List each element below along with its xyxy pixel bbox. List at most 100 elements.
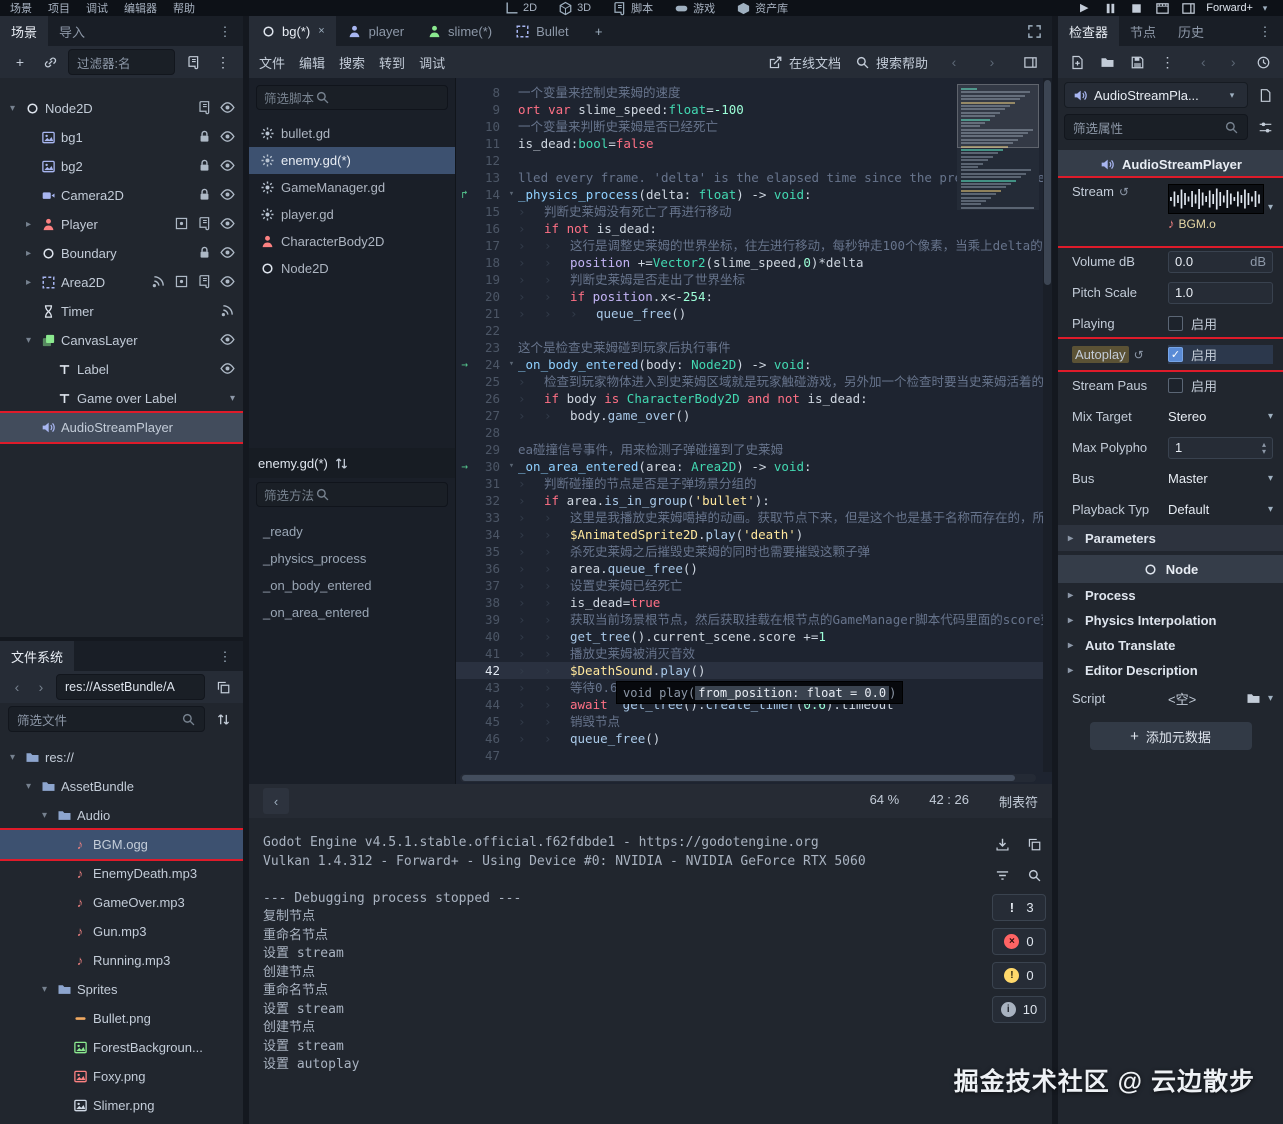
script-list-item[interactable]: player.gd (249, 201, 455, 228)
fold-icon[interactable]: ▾ (505, 458, 518, 475)
code-line[interactable]: 22 (456, 322, 1052, 339)
nav-l-button[interactable]: ‹ (8, 675, 26, 699)
eye-badge[interactable] (219, 360, 235, 379)
method-filter-box[interactable]: 筛选方法 (256, 482, 448, 507)
scene-tree-item[interactable]: ▾ Node2D (0, 94, 243, 123)
code-line[interactable]: 39 › › 获取当前场景根节点，然后获取挂载在根节点的GameManager脚本代码… (456, 611, 1052, 628)
dots-v-button[interactable]: ⋮ (1156, 50, 1180, 74)
scene-filter-input[interactable]: 过滤器:名 (68, 49, 175, 75)
script-list-item[interactable]: bullet.gd (249, 120, 455, 147)
clock-button[interactable] (1251, 50, 1275, 74)
code-line[interactable]: 26 › if body is CharacterBody2D and not is… (456, 390, 1052, 407)
expander-icon[interactable]: ▸ (22, 248, 35, 259)
close-icon[interactable]: × (318, 25, 324, 37)
chevron-down-icon[interactable]: ▾ (1268, 473, 1273, 484)
eye-badge[interactable] (219, 273, 235, 292)
expander-icon[interactable]: ▸ (22, 219, 35, 230)
code-line[interactable]: 25 › 检查到玩家物体进入到史莱姆区域就是玩家触碰游戏，另外加一个检查时要当史莱姆… (456, 373, 1052, 390)
code-minimap[interactable] (957, 84, 1039, 210)
lock-badge[interactable] (196, 128, 212, 147)
revert-icon[interactable]: ↺ (1119, 185, 1129, 199)
current-script-row[interactable]: enemy.gd(*) (249, 448, 455, 478)
section-Process[interactable]: ▸ Process (1058, 583, 1283, 608)
navigate-back-button[interactable]: ‹ (263, 788, 289, 814)
script-list-item[interactable]: enemy.gd(*) (249, 147, 455, 174)
fs-tree-item[interactable]: ♪ BGM.ogg (0, 828, 243, 861)
property-filter-input[interactable]: 筛选属性 (1064, 114, 1248, 140)
eye-badge[interactable] (219, 157, 235, 176)
filter-lines-button[interactable] (990, 863, 1014, 887)
method-list-item[interactable]: _on_area_entered (249, 599, 455, 626)
checkbox[interactable] (1168, 378, 1183, 393)
code-line[interactable]: 46 › › queue_free() (456, 730, 1052, 747)
checkbox[interactable]: ✓ (1168, 347, 1183, 362)
expander-icon[interactable]: ▾ (38, 984, 51, 995)
fs-tree-item[interactable]: ForestBackgroun... (0, 1033, 243, 1062)
revert-icon[interactable]: ↺ (1134, 348, 1144, 362)
property-value[interactable]: <空> ▾ (1168, 689, 1273, 708)
scriptmenu-调试[interactable]: 调试 (419, 53, 445, 72)
property-value[interactable]: ✓ 启用 (1168, 345, 1273, 364)
menu-帮助[interactable]: 帮助 (173, 0, 195, 16)
eye-badge[interactable] (219, 128, 235, 147)
expander-icon[interactable]: ▾ (22, 781, 35, 792)
zoom-level[interactable]: 64 % (870, 792, 900, 811)
section-Editor Description[interactable]: ▸ Editor Description (1058, 658, 1283, 683)
fs-tree-item[interactable]: ▾ Audio (0, 801, 243, 830)
expander-icon[interactable]: ▾ (22, 335, 35, 346)
fs-tree-item[interactable]: ♪ Gun.mp3 (0, 917, 243, 946)
code-line[interactable]: 31 › 判断碰撞的节点是否是子弹场景分组的 (456, 475, 1052, 492)
copy-button[interactable] (1022, 832, 1046, 856)
group-badge[interactable] (173, 215, 189, 234)
dots-v-button[interactable]: ⋮ (1253, 19, 1277, 43)
code-line[interactable]: 37 › › 设置史莱姆已经死亡 (456, 577, 1052, 594)
script-list-item[interactable]: GameManager.gd (249, 174, 455, 201)
property-value[interactable]: Master ▾ (1168, 471, 1273, 486)
tab-slime(*)[interactable]: slime(*) (415, 16, 503, 46)
tab-bg(*)[interactable]: bg(*) × (249, 16, 336, 46)
dots-v-button[interactable]: ⋮ (213, 19, 237, 43)
tab-filesystem[interactable]: 文件系统 (0, 641, 75, 671)
property-value[interactable]: Stereo ▾ (1168, 409, 1273, 424)
lock-badge[interactable] (196, 186, 212, 205)
fold-icon[interactable]: ▾ (505, 186, 518, 203)
group-badge[interactable] (173, 273, 189, 292)
scriptmenu-文件[interactable]: 文件 (259, 53, 285, 72)
plus-button[interactable]: + (8, 50, 32, 74)
fullscreen-button[interactable] (1022, 19, 1046, 43)
scene-tree-item[interactable]: Camera2D (0, 181, 243, 210)
hscroll-thumb[interactable] (462, 775, 1015, 781)
resource-preview[interactable]: ♪ BGM.o (1168, 184, 1264, 231)
checkbox[interactable] (1168, 316, 1183, 331)
dots-v-button[interactable]: ⋮ (211, 50, 235, 74)
nav-r-button[interactable]: › (1221, 50, 1245, 74)
number-field[interactable]: 0.0 dB (1168, 250, 1273, 273)
property-value[interactable]: ♪ BGM.o ▾ (1168, 184, 1273, 231)
code-hscrollbar[interactable] (460, 774, 1036, 782)
stepper-arrows[interactable]: ▴ ▾ (1262, 440, 1266, 455)
mode-2D[interactable]: 2D (503, 0, 537, 16)
stepper-field[interactable]: 1 ▴ ▾ (1168, 436, 1273, 459)
method-list-item[interactable]: _physics_process (249, 545, 455, 572)
renderer-select[interactable]: Forward+ ▾ (1206, 0, 1273, 16)
fs-tree-item[interactable]: Foxy.png (0, 1062, 243, 1091)
vscroll-thumb[interactable] (1044, 80, 1051, 285)
add-metadata-button[interactable]: + 添加元数据 (1089, 722, 1252, 750)
code-line[interactable]: 28 (456, 424, 1052, 441)
fs-tree-item[interactable]: Slimer.png (0, 1091, 243, 1120)
code-vscrollbar[interactable] (1043, 78, 1052, 772)
code-line[interactable]: 17 › › 这行是调整史莱姆的世界坐标，往左进行移动，每秒钟走100个像素，当乘上d… (456, 237, 1052, 254)
chevron-down-icon[interactable]: ▾ (1268, 202, 1273, 213)
script-list-item[interactable]: Node2D (249, 255, 455, 282)
fs-tree-item[interactable]: ▾ AssetBundle (0, 772, 243, 801)
code-line[interactable]: 41 › › 播放史莱姆被消灭音效 (456, 645, 1052, 662)
code-line[interactable]: 40 › › get_tree ().current_scene.score += 1 (456, 628, 1052, 645)
property-value[interactable]: 启用 (1168, 314, 1273, 333)
playback-movie[interactable] (1154, 0, 1170, 16)
tune-button[interactable] (1253, 115, 1277, 139)
playback-pause[interactable] (1102, 0, 1118, 16)
scriptmenu-搜索[interactable]: 搜索 (339, 53, 365, 72)
expander-icon[interactable]: ▾ (38, 810, 51, 821)
mode-脚本[interactable]: 脚本 (611, 0, 653, 16)
chevron-down-icon[interactable]: ▾ (1268, 504, 1273, 515)
